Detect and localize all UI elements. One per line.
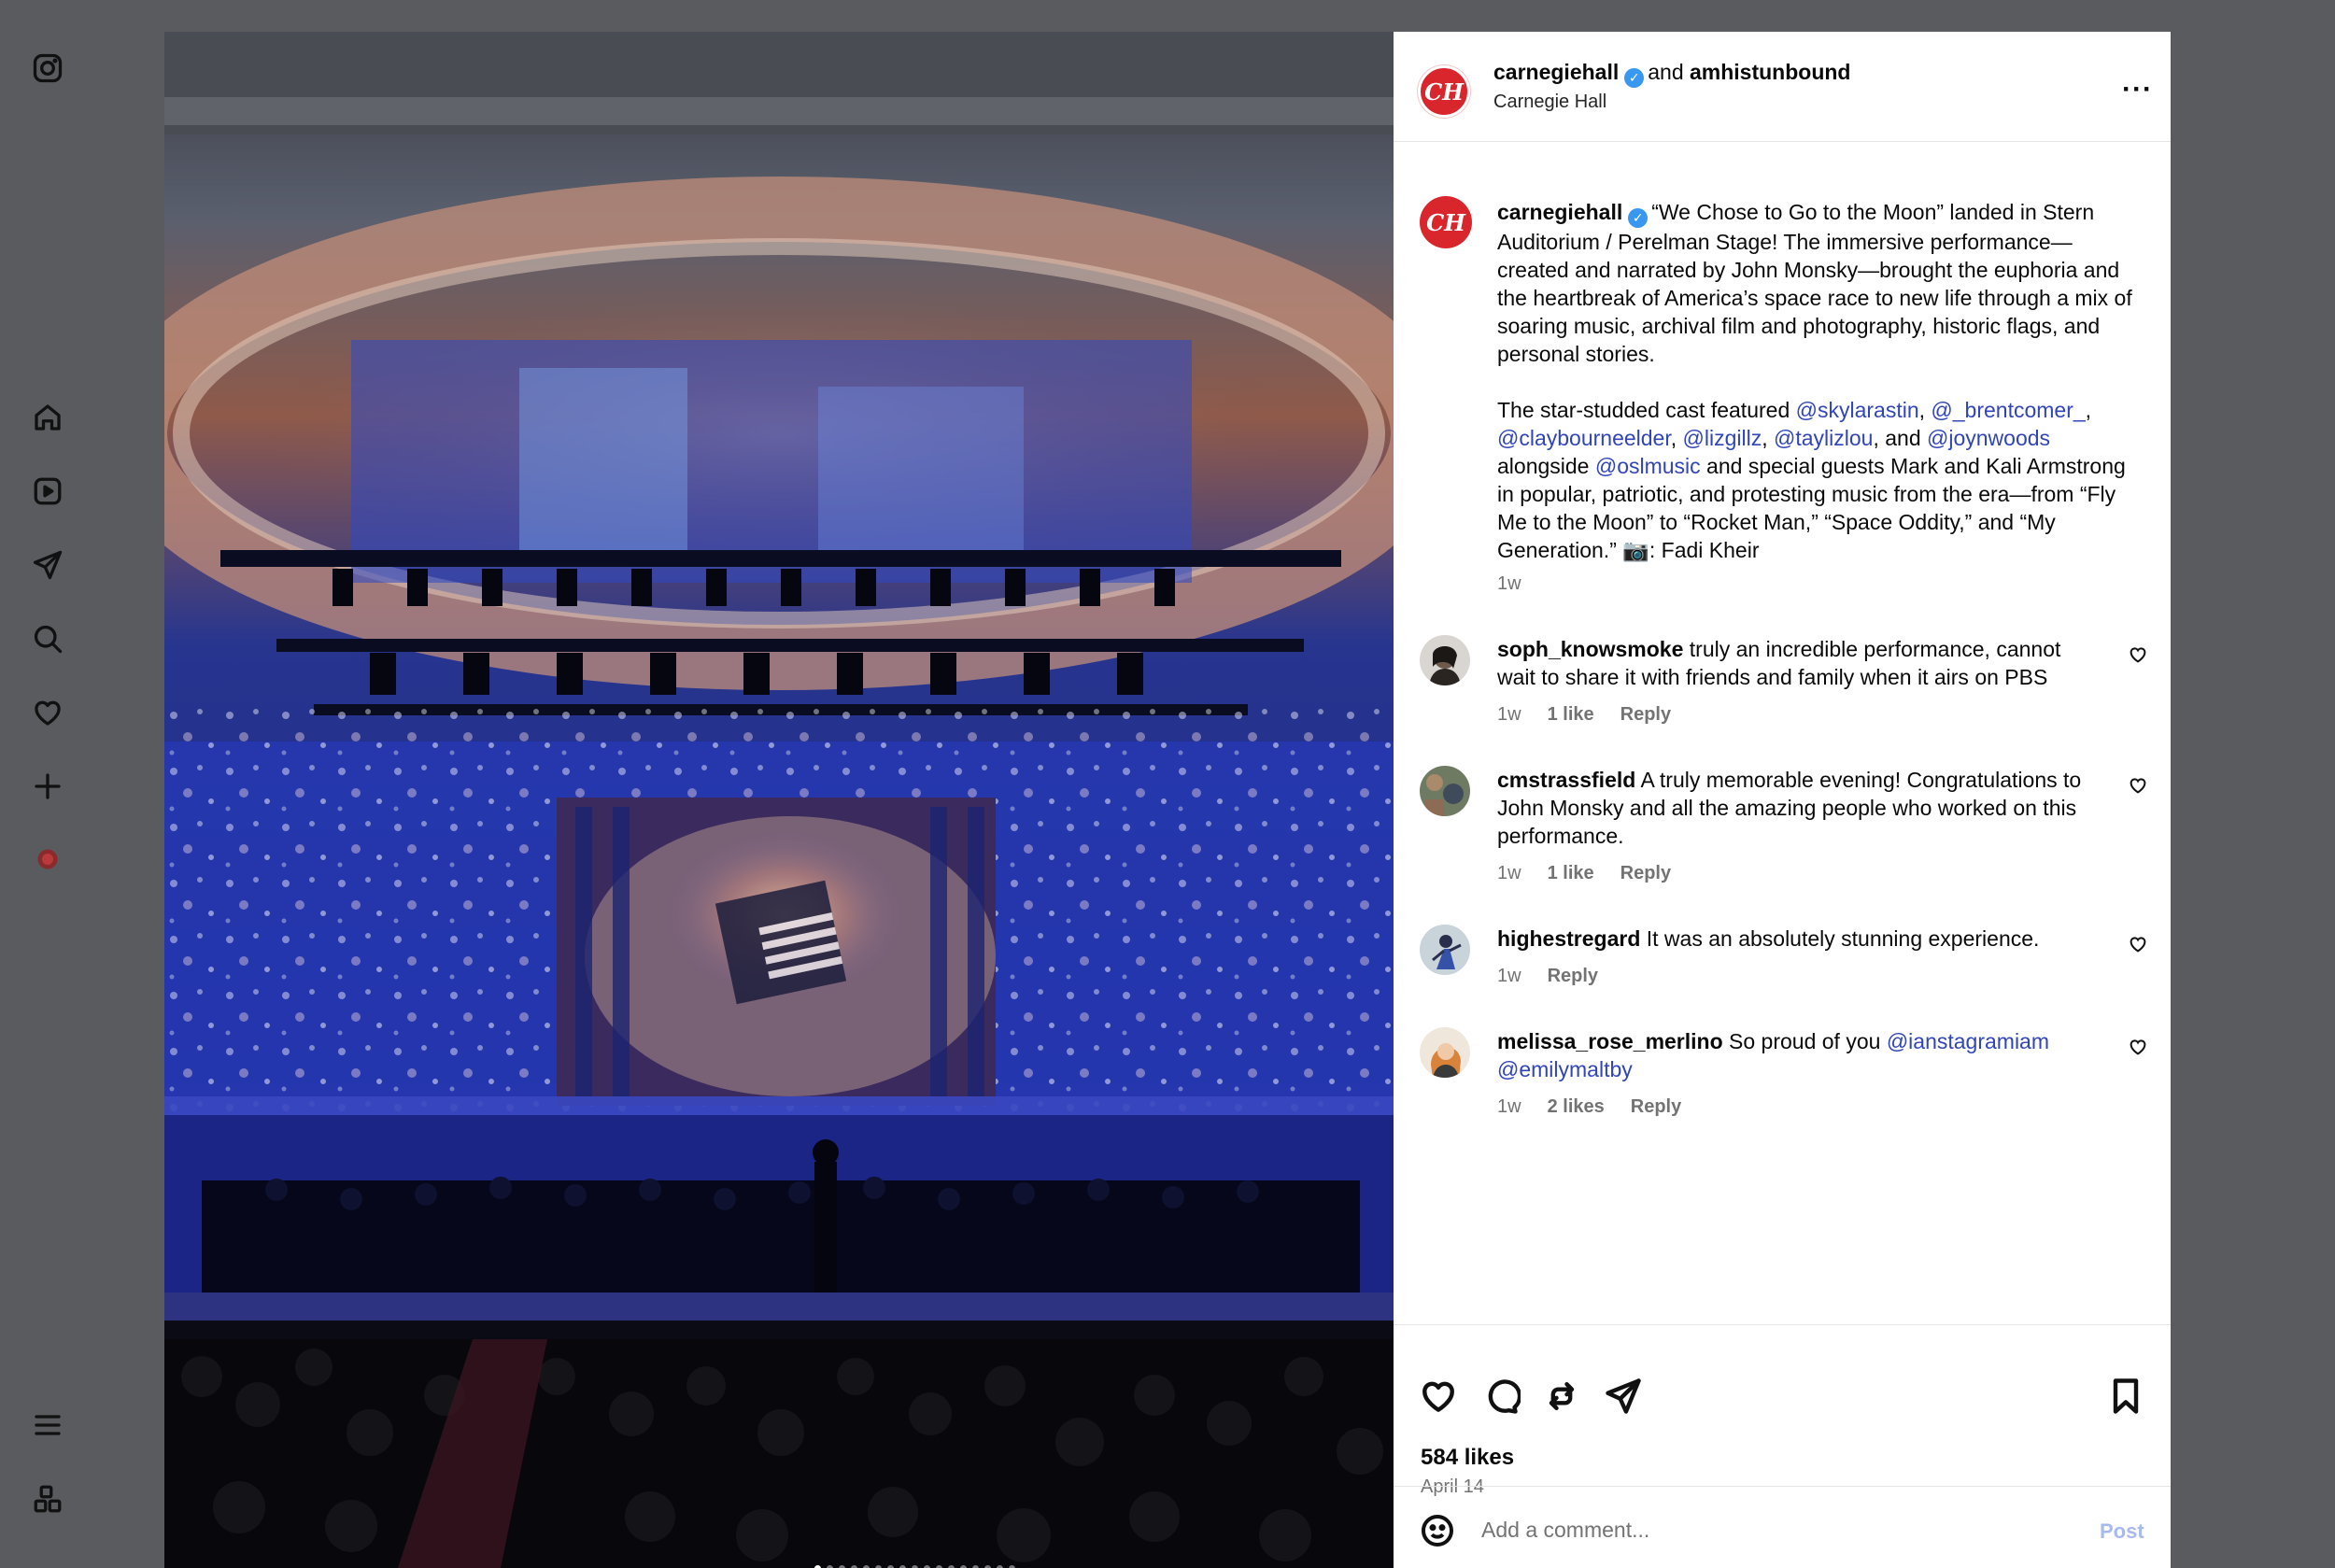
commenter-avatar[interactable] — [1420, 1027, 1470, 1078]
notifications-icon[interactable] — [29, 694, 66, 731]
comment-likes[interactable]: 1 like — [1548, 704, 1594, 725]
collaborator-name[interactable]: amhistunbound — [1690, 60, 1850, 84]
comment-username[interactable]: soph_knowsmoke — [1497, 637, 1683, 661]
reply-button[interactable]: Reply — [1548, 966, 1598, 986]
header-accounts: carnegiehall ✓ and amhistunbound — [1493, 60, 1850, 88]
home-icon[interactable] — [29, 399, 66, 436]
comment-icon[interactable] — [1479, 1376, 1522, 1417]
comment-input[interactable] — [1481, 1509, 2060, 1550]
mention-link[interactable]: @oslmusic — [1595, 454, 1701, 478]
reply-button[interactable]: Reply — [1631, 1096, 1681, 1117]
reels-icon[interactable] — [29, 473, 66, 510]
account-avatar[interactable]: CH — [1418, 65, 1470, 118]
comments-list: CH carnegiehall ✓ “We Chose to Go to the M… — [1394, 142, 2171, 1356]
mention-link[interactable]: @emilymaltby — [1497, 1057, 1633, 1081]
comment-time: 1w — [1497, 1096, 1521, 1117]
caption-username[interactable]: carnegiehall — [1497, 200, 1622, 224]
comment-text: So proud of you — [1729, 1029, 1887, 1053]
messages-icon[interactable] — [29, 546, 66, 584]
mention-link[interactable]: @taylizlou — [1774, 426, 1873, 450]
comment-username[interactable]: melissa_rose_merlino — [1497, 1029, 1723, 1053]
avatar-text: CH — [1426, 208, 1465, 236]
more-apps-icon[interactable] — [29, 1480, 66, 1518]
commenter-avatar[interactable] — [1420, 925, 1470, 975]
comment-text: It was an absolutely stunning experience… — [1646, 926, 2040, 951]
caption-separator: alongside — [1497, 454, 1595, 478]
mention-link[interactable]: @joynwoods — [1927, 426, 2050, 450]
reply-button[interactable]: Reply — [1620, 704, 1671, 725]
account-name[interactable]: carnegiehall — [1493, 60, 1619, 84]
menu-icon[interactable] — [29, 1406, 66, 1444]
comment-time: 1w — [1497, 863, 1521, 883]
like-comment-heart-icon[interactable] — [2128, 934, 2148, 954]
post-detail-panel: CH carnegiehall ✓ and amhistunbound Carneg… — [1394, 32, 2171, 1568]
comment-likes[interactable]: 2 likes — [1548, 1096, 1605, 1117]
post-photo[interactable] — [164, 32, 1394, 1568]
commenter-avatar[interactable] — [1420, 766, 1470, 816]
post-comment-button[interactable]: Post — [2100, 1519, 2144, 1544]
caption-text: “We Chose to Go to the Moon” landed in S… — [1497, 200, 2132, 366]
header-joiner: and — [1648, 60, 1684, 84]
save-bookmark-icon[interactable] — [2105, 1376, 2146, 1417]
mention-link[interactable]: @_brentcomer_ — [1931, 398, 2085, 422]
like-heart-icon[interactable] — [1418, 1376, 1459, 1417]
comment-username[interactable]: cmstrassfield — [1497, 768, 1635, 792]
like-comment-heart-icon[interactable] — [2128, 1037, 2148, 1057]
more-options-button[interactable]: ··· — [2122, 76, 2153, 104]
mention-link[interactable]: @claybourneelder — [1497, 426, 1671, 450]
comment-likes[interactable]: 1 like — [1548, 863, 1594, 883]
caption-separator: , — [1670, 426, 1683, 450]
repost-icon[interactable] — [1541, 1376, 1582, 1417]
commenter-avatar[interactable] — [1420, 635, 1470, 685]
left-sidebar — [0, 0, 97, 1568]
comment-time: 1w — [1497, 704, 1521, 725]
location-link[interactable]: Carnegie Hall — [1493, 92, 1606, 113]
search-icon[interactable] — [29, 620, 66, 657]
post-header: CH carnegiehall ✓ and amhistunbound Carneg… — [1394, 32, 2171, 142]
likes-count[interactable]: 584 likes — [1421, 1445, 1514, 1471]
mention-link[interactable]: @ianstagramiam — [1887, 1029, 2049, 1053]
avatar-text: CH — [1424, 78, 1464, 106]
add-comment-bar: Post — [1394, 1486, 2171, 1568]
reply-button[interactable]: Reply — [1620, 863, 1671, 883]
instagram-icon[interactable] — [29, 49, 66, 87]
caption-text-2: The star-studded cast featured — [1497, 398, 1796, 422]
comment-username[interactable]: highestregard — [1497, 926, 1640, 951]
concert-hall-image — [164, 32, 1394, 1568]
caption-avatar[interactable]: CH — [1420, 196, 1472, 248]
share-icon[interactable] — [1603, 1376, 1644, 1417]
profile-icon[interactable] — [29, 841, 66, 878]
caption-timestamp: 1w — [1497, 573, 1521, 594]
create-icon[interactable] — [29, 768, 66, 805]
caption-separator: , — [1918, 398, 1932, 422]
verified-badge-icon: ✓ — [1624, 68, 1645, 88]
mention-link[interactable]: @skylarastin — [1796, 398, 1919, 422]
emoji-icon[interactable] — [1419, 1512, 1456, 1549]
mention-link[interactable]: @lizgillz — [1683, 426, 1762, 450]
caption-separator: , — [1762, 426, 1775, 450]
comment-time: 1w — [1497, 966, 1521, 986]
caption-separator: , and — [1873, 426, 1928, 450]
verified-badge-icon: ✓ — [1628, 208, 1649, 228]
like-comment-heart-icon[interactable] — [2128, 775, 2148, 796]
post-caption: carnegiehall ✓ “We Chose to Go to the Moon… — [1497, 198, 2132, 592]
caption-separator: , — [2085, 398, 2092, 422]
like-comment-heart-icon[interactable] — [2128, 644, 2148, 665]
